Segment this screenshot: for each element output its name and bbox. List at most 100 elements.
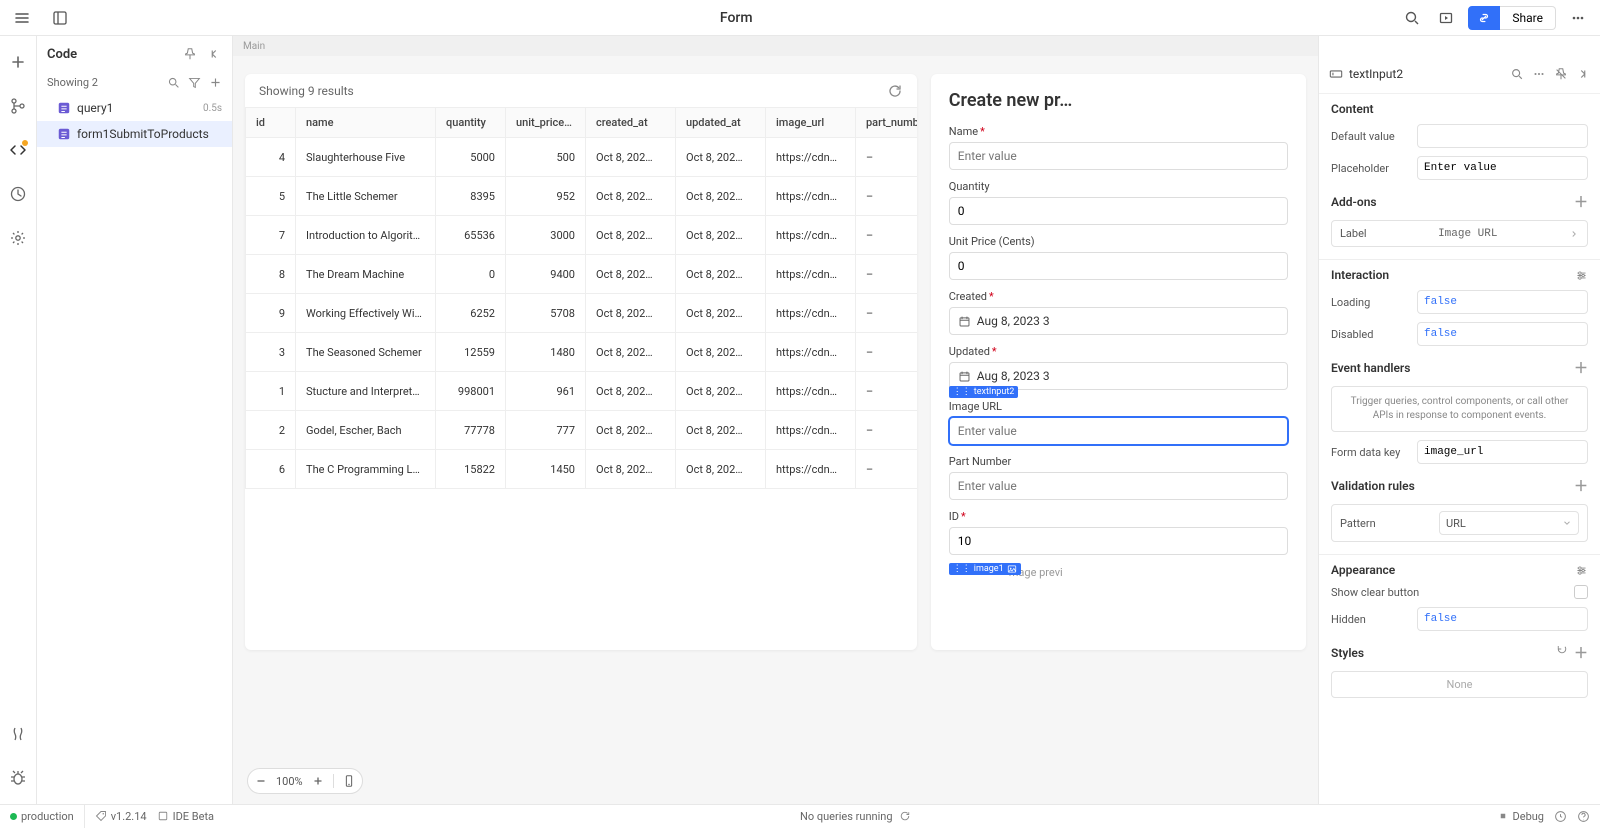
query-item-form1submit[interactable]: form1SubmitToProducts (37, 121, 232, 147)
image-url-input[interactable] (949, 417, 1288, 445)
query-item-query1[interactable]: query1 0.5s (37, 95, 232, 121)
interaction-settings-icon[interactable] (1575, 269, 1588, 282)
quantity-input[interactable] (949, 197, 1288, 225)
zoom-out-icon[interactable] (254, 774, 268, 788)
column-header[interactable]: quantity (436, 108, 506, 138)
code-search-icon[interactable] (167, 76, 180, 89)
column-header[interactable]: unit_price_c... (506, 108, 586, 138)
hidden-input[interactable] (1417, 607, 1588, 631)
device-icon[interactable] (342, 774, 356, 788)
pin-icon[interactable] (182, 46, 198, 62)
part-number-label: Part Number (949, 455, 1011, 468)
form-data-key-label: Form data key (1331, 446, 1411, 459)
data-table[interactable]: idnamequantityunit_price_c...created_atu… (245, 107, 917, 489)
refresh-icon[interactable] (887, 83, 903, 99)
rail-debug-icon[interactable] (6, 766, 30, 790)
rail-history-icon[interactable] (6, 182, 30, 206)
disabled-label: Disabled (1331, 328, 1411, 341)
column-header[interactable]: id (246, 108, 296, 138)
help-icon[interactable] (1577, 810, 1590, 823)
environment-badge[interactable]: production (0, 805, 85, 828)
query-name: query1 (77, 101, 113, 115)
collapse-icon[interactable] (206, 46, 222, 62)
validation-rules-label: Validation rules (1331, 479, 1415, 493)
created-label: Created (949, 290, 987, 303)
table-row[interactable]: 8The Dream Machine09400Oct 8, 202…Oct 8,… (246, 255, 917, 294)
addons-add-icon[interactable]: ＋ (1574, 192, 1588, 212)
query-time: 0.5s (203, 103, 222, 114)
created-input[interactable]: Aug 8, 2023 3 (949, 307, 1288, 335)
rail-state-icon[interactable] (6, 722, 30, 746)
section-interaction: Interaction (1331, 268, 1389, 282)
table-row[interactable]: 4Slaughterhouse Five5000500Oct 8, 202…Oc… (246, 138, 917, 177)
quantity-label: Quantity (949, 180, 990, 193)
form-component[interactable]: Create new pr… Name* Quantity Unit Price… (931, 74, 1306, 650)
column-header[interactable]: part_number (856, 108, 917, 138)
table-row[interactable]: 7Introduction to Algorit…655363000Oct 8,… (246, 216, 917, 255)
inspector-search-icon[interactable] (1510, 67, 1524, 81)
ide-beta[interactable]: IDE Beta (157, 810, 214, 823)
table-row[interactable]: 1Stucture and Interpret…998001961Oct 8, … (246, 372, 917, 411)
preview-icon[interactable] (1434, 6, 1458, 30)
part-number-input[interactable] (949, 472, 1288, 500)
zoom-in-icon[interactable] (311, 774, 325, 788)
column-header[interactable]: name (296, 108, 436, 138)
validation-add-icon[interactable]: ＋ (1574, 476, 1588, 496)
column-header[interactable]: updated_at (676, 108, 766, 138)
table-row[interactable]: 3The Seasoned Schemer125591480Oct 8, 202… (246, 333, 917, 372)
search-icon[interactable] (1400, 6, 1424, 30)
rail-code-icon[interactable] (6, 138, 30, 162)
refresh-small-icon[interactable] (899, 810, 911, 822)
column-header[interactable]: image_url (766, 108, 856, 138)
query-name: form1SubmitToProducts (77, 127, 209, 141)
inspector-more-icon[interactable] (1532, 67, 1546, 81)
loading-input[interactable] (1417, 290, 1588, 314)
styles-add-icon[interactable]: ＋ (1574, 643, 1588, 663)
breadcrumb: Main (243, 41, 265, 52)
clock-icon[interactable] (1554, 810, 1567, 823)
placeholder-input[interactable] (1417, 156, 1588, 180)
event-handlers-add-icon[interactable]: ＋ (1574, 358, 1588, 378)
canvas: Main Showing 9 results idnamequantityuni… (233, 36, 1318, 804)
no-queries-running: No queries running (800, 810, 893, 823)
table-row[interactable]: 9Working Effectively Wi…62525708Oct 8, 2… (246, 294, 917, 333)
validation-pattern-row[interactable]: Pattern URL (1331, 504, 1588, 542)
id-input[interactable] (949, 527, 1288, 555)
table-component[interactable]: Showing 9 results idnamequantityunit_pri… (245, 74, 917, 650)
unit-price-input[interactable] (949, 252, 1288, 280)
appearance-settings-icon[interactable] (1575, 564, 1588, 577)
code-filter-icon[interactable] (188, 76, 201, 89)
styles-reset-icon[interactable] (1556, 643, 1568, 663)
share-link-icon[interactable] (1468, 6, 1500, 30)
more-icon[interactable] (1566, 6, 1590, 30)
rail-add-icon[interactable] (6, 50, 30, 74)
rail-settings-icon[interactable] (6, 226, 30, 250)
rail-branch-icon[interactable] (6, 94, 30, 118)
styles-none: None (1331, 671, 1588, 698)
name-input[interactable] (949, 142, 1288, 170)
calendar-icon (958, 370, 971, 383)
show-clear-checkbox[interactable] (1574, 585, 1588, 599)
version-tag[interactable]: v1.2.14 (95, 810, 147, 823)
styles-label: Styles (1331, 646, 1364, 660)
inspector-collapse-icon[interactable] (1576, 67, 1590, 81)
column-header[interactable]: created_at (586, 108, 676, 138)
default-value-input[interactable] (1417, 124, 1588, 148)
table-row[interactable]: 5The Little Schemer8395952Oct 8, 202…Oct… (246, 177, 917, 216)
debug-button[interactable]: Debug (1497, 810, 1544, 823)
code-add-icon[interactable] (209, 76, 222, 89)
table-row[interactable]: 6The C Programming L…158221450Oct 8, 202… (246, 450, 917, 489)
zoom-control: 100% (247, 768, 363, 794)
share-button[interactable]: Share (1500, 6, 1556, 30)
disabled-input[interactable] (1417, 322, 1588, 346)
table-row[interactable]: 2Godel, Escher, Bach77778777Oct 8, 202…O… (246, 411, 917, 450)
panels-icon[interactable] (48, 6, 72, 30)
inspector-component-name[interactable]: textInput2 (1349, 67, 1403, 81)
hidden-label: Hidden (1331, 613, 1411, 626)
section-appearance: Appearance (1331, 563, 1395, 577)
image-url-field[interactable]: ⋮⋮ textInput2 Image URL (949, 400, 1288, 445)
menu-icon[interactable] (10, 6, 34, 30)
form-data-key-input[interactable] (1417, 440, 1588, 464)
inspector-unpin-icon[interactable] (1554, 67, 1568, 81)
addon-label-row[interactable]: Label Image URL (1331, 220, 1588, 247)
